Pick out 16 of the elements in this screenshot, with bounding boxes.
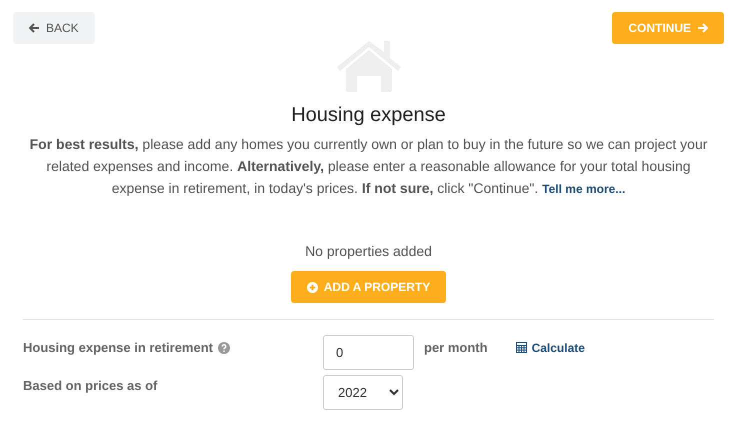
field-label: Housing expense in retirement — [23, 340, 213, 355]
calculator-icon — [516, 342, 527, 353]
plus-circle-icon — [306, 282, 318, 292]
help-icon — [218, 342, 230, 354]
calculate-link[interactable]: Calculate — [516, 340, 585, 354]
expense-input[interactable]: 0 — [323, 335, 414, 370]
description-text: For best results, please add any homes you currently own or plan to buy in the future so we can project your related expenses and income. Alternatively, please enter a reasonable allowance for your total housing expense in retirement, in today's prices. If not sure, click "Continue". Tell me more... — [28, 135, 708, 198]
tell-me-more-link[interactable]: Tell me more... — [542, 182, 626, 196]
year-select[interactable]: 2022 — [323, 375, 403, 410]
page-title: Housing expense — [290, 104, 447, 127]
field-label: Based on prices as of — [23, 378, 158, 393]
empty-message: No properties added — [304, 243, 433, 259]
arrow-right-icon — [697, 23, 708, 33]
back-button[interactable]: BACK — [13, 12, 95, 44]
arrow-left-icon — [29, 23, 40, 33]
unit-label: per month — [424, 340, 488, 355]
